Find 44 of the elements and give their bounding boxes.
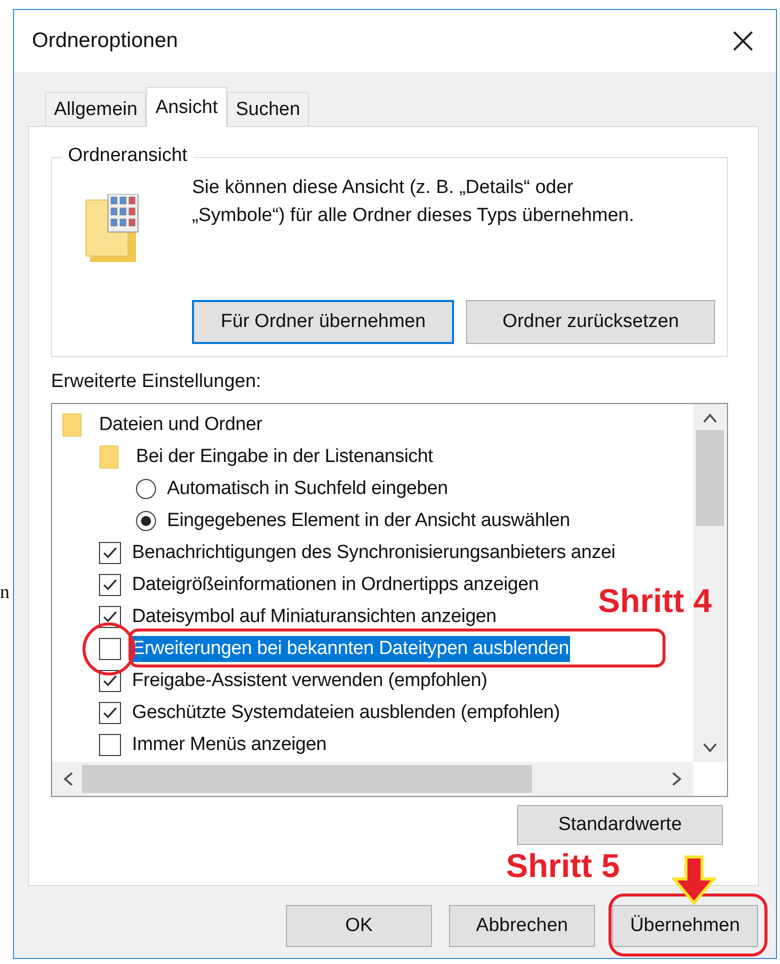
- close-icon: [732, 30, 754, 52]
- setting-item[interactable]: Automatisch in Suchfeld eingeben: [166, 476, 449, 502]
- horizontal-scrollbar[interactable]: [52, 762, 693, 796]
- checkbox[interactable]: [99, 734, 121, 756]
- background-text: n: [0, 582, 10, 604]
- radio-button[interactable]: [136, 511, 156, 531]
- setting-item[interactable]: Bei der Eingabe in der Listenansicht: [135, 444, 434, 470]
- setting-item[interactable]: Geschützte Systemdateien ausblenden (empfohlen): [131, 700, 561, 726]
- checkbox[interactable]: [99, 542, 121, 564]
- setting-item[interactable]: Benachrichtigungen des Synchronisierungsanbieters anzei: [131, 540, 616, 566]
- setting-item[interactable]: Dateigrößeinformationen in Ordnertipps anzeigen: [131, 572, 540, 598]
- setting-item[interactable]: Dateien und Ordner: [98, 412, 264, 438]
- defaults-button[interactable]: Standardwerte: [517, 805, 723, 845]
- radio-button[interactable]: [136, 479, 156, 499]
- folder-button[interactable]: Für Ordner übernehmen: [192, 300, 454, 344]
- folder-icon: [62, 413, 82, 437]
- down-arrow-icon: [672, 855, 716, 905]
- checkbox[interactable]: [99, 574, 121, 596]
- vertical-scrollbar[interactable]: [693, 404, 727, 762]
- tab[interactable]: Allgemein: [45, 92, 146, 126]
- scroll-right-icon[interactable]: [671, 771, 683, 787]
- scroll-thumb[interactable]: [82, 765, 532, 793]
- annotation-label: Shritt 4: [598, 582, 712, 620]
- scroll-left-icon[interactable]: [62, 771, 74, 787]
- scroll-thumb[interactable]: [696, 430, 724, 526]
- setting-item[interactable]: Dateisymbol auf Miniaturansichten anzeigen: [131, 604, 498, 630]
- section-label: Erweiterte Einstellungen:: [51, 371, 262, 393]
- tab[interactable]: Suchen: [226, 92, 310, 126]
- dialog-button[interactable]: OK: [286, 905, 432, 947]
- folder-button[interactable]: Ordner zurücksetzen: [466, 300, 715, 344]
- checkbox[interactable]: [99, 702, 121, 724]
- description-text: Sie können diese Ansicht (z. B. „Details“ oder „Symbole“) für alle Ordner dieses Typs übernehmen.: [192, 176, 634, 228]
- scroll-down-icon[interactable]: [702, 742, 718, 754]
- setting-item[interactable]: Immer Menüs anzeigen: [131, 732, 328, 758]
- annotation-label: Shritt 5: [506, 847, 620, 885]
- tab[interactable]: Ansicht: [146, 87, 227, 127]
- dialog-button[interactable]: Abbrechen: [449, 905, 595, 947]
- dialog-button[interactable]: Übernehmen: [612, 905, 758, 947]
- setting-item[interactable]: Freigabe-Assistent verwenden (empfohlen): [131, 668, 488, 694]
- scroll-up-icon[interactable]: [702, 412, 718, 424]
- setting-item[interactable]: Eingegebenes Element in der Ansicht auswählen: [166, 508, 571, 534]
- folder-icon: [99, 445, 119, 469]
- window-title: Ordneroptionen: [32, 29, 178, 53]
- checkbox[interactable]: [99, 638, 121, 660]
